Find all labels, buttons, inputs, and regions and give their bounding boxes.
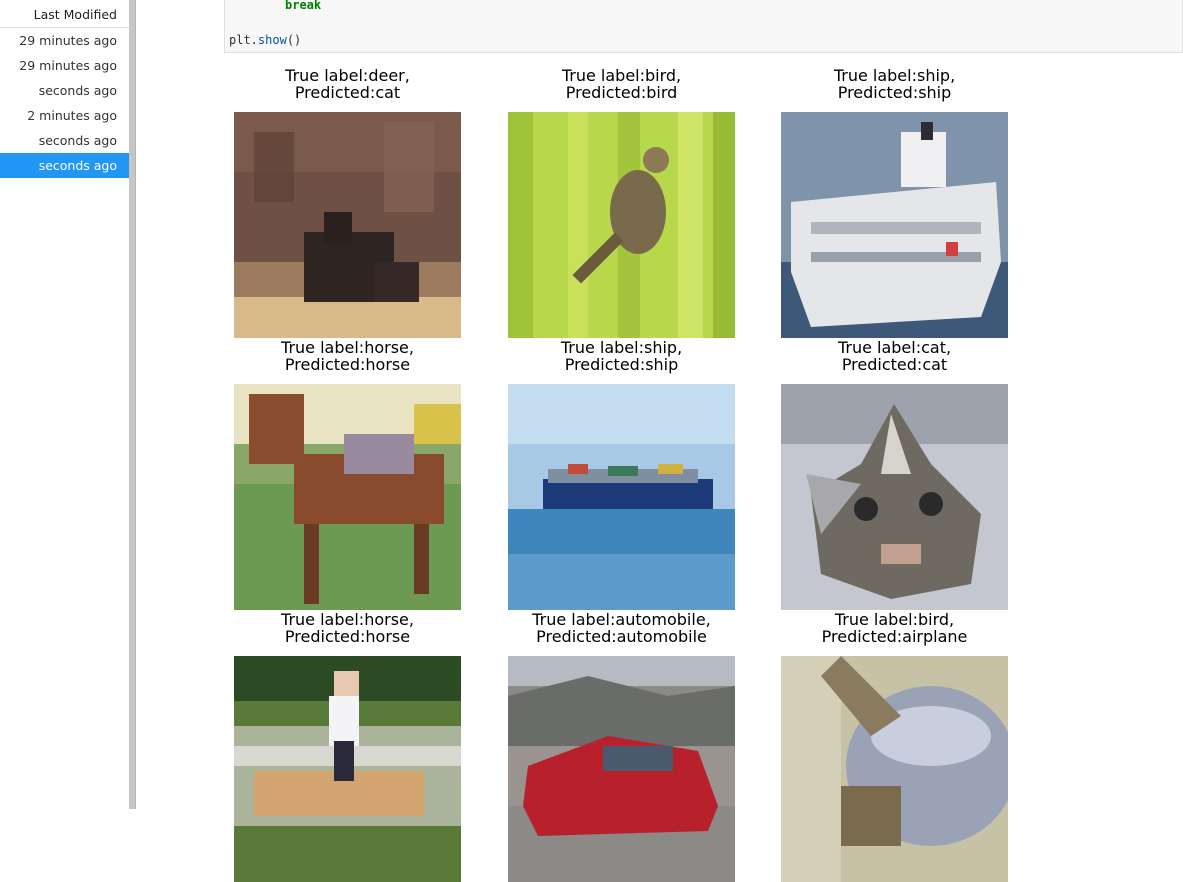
panel-title-predicted: Predicted:automobile <box>536 627 707 646</box>
deer-image <box>234 112 461 338</box>
sidebar-resize-handle[interactable] <box>129 0 136 809</box>
ship-image <box>781 112 1008 338</box>
panel-title-true-label: True label:bird, <box>834 610 955 629</box>
file-row-6-modified-selected[interactable]: seconds ago <box>0 153 129 178</box>
code-function-name: show <box>257 33 287 47</box>
panel-title-predicted: Predicted:horse <box>284 627 411 646</box>
panel-title-predicted: Predicted:ship <box>837 83 952 102</box>
panel-title-true-label: True label:automobile, <box>532 610 711 629</box>
panel-title-predicted: Predicted:horse <box>284 355 411 374</box>
code-keyword-break: break <box>285 0 322 12</box>
bird-image <box>508 112 735 338</box>
panel-title-predicted: Predicted:ship <box>564 355 679 374</box>
panel-title-true-label: True label:ship, <box>560 338 683 357</box>
rider-horse-image <box>234 656 461 882</box>
file-row-5-modified[interactable]: seconds ago <box>0 128 129 153</box>
panel-title-true-label: True label:cat, <box>837 338 952 357</box>
panel-title-true-label: True label:ship, <box>833 66 956 85</box>
last-modified-column-header[interactable]: Last Modified <box>0 0 129 28</box>
panel-title-predicted: Predicted:airplane <box>821 627 968 646</box>
bird-closeup-image <box>781 656 1008 882</box>
code-line-plt-show: plt.show() <box>229 33 301 47</box>
file-row-4-modified[interactable]: 2 minutes ago <box>0 103 129 128</box>
code-call-parens: () <box>286 33 302 47</box>
file-browser-panel: Last Modified 29 minutes ago 29 minutes … <box>0 0 129 809</box>
panel-title-predicted: Predicted:bird <box>565 83 678 102</box>
notebook-panel: break plt.show() True label:deer, Predic… <box>136 0 1183 882</box>
cargo-ship-image <box>508 384 735 610</box>
horse-image <box>234 384 461 610</box>
file-row-1-modified[interactable]: 29 minutes ago <box>0 28 129 53</box>
panel-title-predicted: Predicted:cat <box>294 83 401 102</box>
code-object: plt. <box>229 33 258 47</box>
code-cell[interactable]: break plt.show() <box>224 0 1183 53</box>
file-row-2-modified[interactable]: 29 minutes ago <box>0 53 129 78</box>
car-image <box>508 656 735 882</box>
panel-title-true-label: True label:deer, <box>285 66 410 85</box>
panel-title-true-label: True label:horse, <box>281 610 414 629</box>
panel-title-predicted: Predicted:cat <box>841 355 948 374</box>
file-row-3-modified[interactable]: seconds ago <box>0 78 129 103</box>
panel-title-true-label: True label:bird, <box>561 66 682 85</box>
panel-title-true-label: True label:horse, <box>281 338 414 357</box>
cat-image <box>781 384 1008 610</box>
